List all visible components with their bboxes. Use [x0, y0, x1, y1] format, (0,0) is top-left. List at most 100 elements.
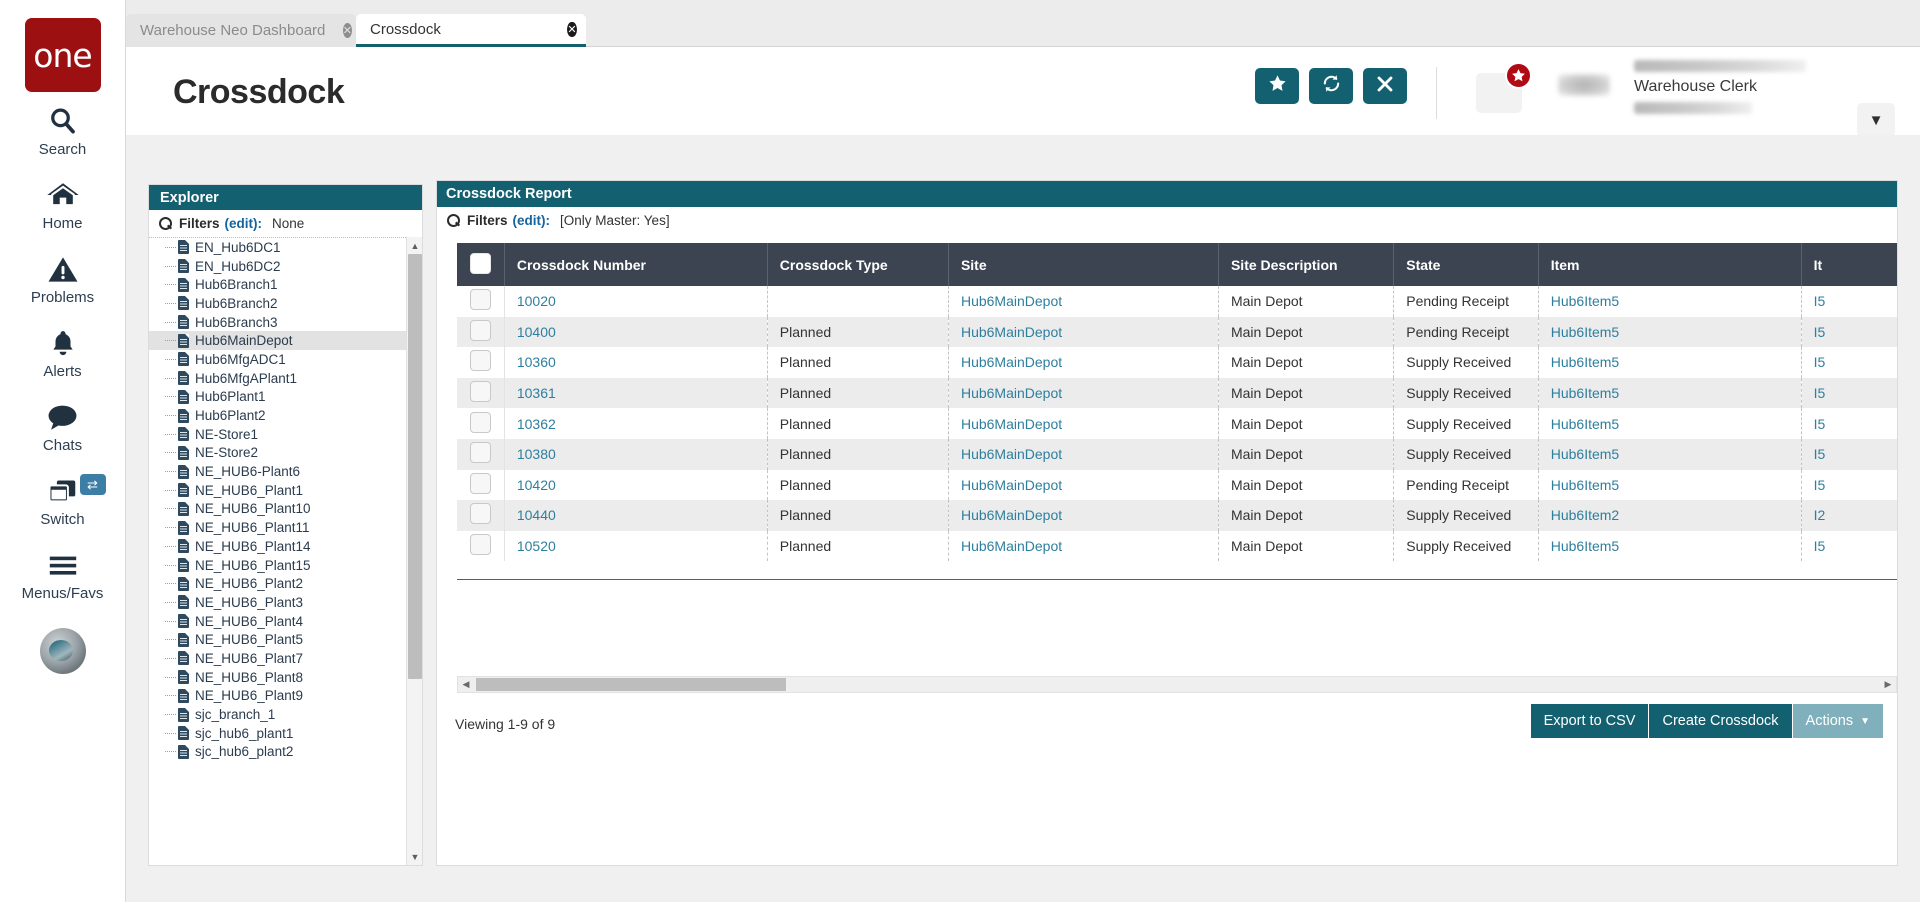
explorer-tree-node[interactable]: sjc_hub6_plant1	[149, 724, 406, 743]
row-select-cell[interactable]	[457, 408, 504, 439]
report-horizontal-scrollbar[interactable]: ◀ ▶	[457, 676, 1897, 693]
cell-item-description[interactable]: I5	[1801, 470, 1897, 501]
cell-value[interactable]: 10520	[517, 538, 556, 554]
close-button[interactable]	[1363, 68, 1407, 104]
explorer-scrollbar-thumb[interactable]	[408, 254, 422, 679]
cell-item[interactable]: Hub6Item5	[1538, 378, 1801, 409]
cell-site[interactable]: Hub6MainDepot	[948, 439, 1218, 470]
export-to-csv-button[interactable]: Export to CSV	[1531, 704, 1650, 738]
row-checkbox[interactable]	[470, 473, 491, 494]
explorer-tree-node[interactable]: NE_HUB6_Plant9	[149, 687, 406, 706]
row-checkbox[interactable]	[470, 534, 491, 555]
cell-item-description[interactable]: I5	[1801, 439, 1897, 470]
cell-site[interactable]: Hub6MainDepot	[948, 286, 1218, 317]
avatar[interactable]	[40, 628, 86, 674]
cell-value[interactable]: 10420	[517, 477, 556, 493]
cell-item-description[interactable]: I5	[1801, 378, 1897, 409]
scroll-up-triangle-up-icon[interactable]: ▲	[407, 237, 423, 254]
cell-value[interactable]: 10020	[517, 293, 556, 309]
cell-value[interactable]: Hub6MainDepot	[961, 538, 1062, 554]
cell-value[interactable]: Hub6Item5	[1551, 324, 1619, 340]
rail-item-home[interactable]: Home	[0, 166, 126, 240]
cell-value[interactable]: Hub6Item5	[1551, 416, 1619, 432]
row-select-cell[interactable]	[457, 500, 504, 531]
explorer-tree-node[interactable]: Hub6MainDepot	[149, 331, 406, 350]
rail-item-menus-favs[interactable]: Menus/Favs	[0, 536, 126, 610]
explorer-tree-node[interactable]: NE-Store1	[149, 425, 406, 444]
cell-item[interactable]: Hub6Item5	[1538, 317, 1801, 348]
explorer-tree-node[interactable]: Hub6MfgADC1	[149, 350, 406, 369]
cell-number[interactable]: 10380	[504, 439, 767, 470]
cell-site[interactable]: Hub6MainDepot	[948, 378, 1218, 409]
explorer-tree-node[interactable]: Hub6Branch3	[149, 313, 406, 332]
cell-value[interactable]: 10380	[517, 446, 556, 462]
cell-item-description[interactable]: I5	[1801, 286, 1897, 317]
cell-value[interactable]: Hub6MainDepot	[961, 507, 1062, 523]
cell-value[interactable]: Hub6Item5	[1551, 477, 1619, 493]
cell-item-description[interactable]: I5	[1801, 347, 1897, 378]
cell-value[interactable]: I5	[1814, 324, 1826, 340]
actions-button[interactable]: Actions ▼	[1793, 704, 1883, 738]
cell-item[interactable]: Hub6Item5	[1538, 439, 1801, 470]
cell-value[interactable]: I5	[1814, 538, 1826, 554]
rail-item-problems[interactable]: Problems	[0, 240, 126, 314]
column-header-site-description[interactable]: Site Description	[1218, 243, 1393, 286]
table-row[interactable]: 10361PlannedHub6MainDepotMain DepotSuppl…	[457, 378, 1897, 409]
user-info-block[interactable]: Warehouse Clerk	[1626, 60, 1856, 114]
cell-site[interactable]: Hub6MainDepot	[948, 317, 1218, 348]
cell-number[interactable]: 10400	[504, 317, 767, 348]
explorer-tree-node[interactable]: sjc_hub6_plant2	[149, 743, 406, 762]
table-row[interactable]: 10520PlannedHub6MainDepotMain DepotSuppl…	[457, 531, 1897, 562]
table-row[interactable]: 10020Hub6MainDepotMain DepotPending Rece…	[457, 286, 1897, 317]
explorer-tree-node[interactable]: Hub6Plant1	[149, 388, 406, 407]
row-select-cell[interactable]	[457, 439, 504, 470]
hscroll-thumb[interactable]	[476, 678, 786, 691]
explorer-tree-node[interactable]: Hub6Plant2	[149, 406, 406, 425]
cell-value[interactable]: Hub6Item2	[1551, 507, 1619, 523]
hscroll-triangle-left-icon[interactable]: ◀	[458, 677, 474, 692]
cell-value[interactable]: Hub6MainDepot	[961, 385, 1062, 401]
explorer-tree-node[interactable]: Hub6Branch2	[149, 294, 406, 313]
explorer-tree-node[interactable]: NE_HUB6_Plant14	[149, 537, 406, 556]
cell-item-description[interactable]: I2	[1801, 500, 1897, 531]
cell-site[interactable]: Hub6MainDepot	[948, 470, 1218, 501]
row-checkbox[interactable]	[470, 320, 491, 341]
table-row[interactable]: 10362PlannedHub6MainDepotMain DepotSuppl…	[457, 408, 1897, 439]
cell-item[interactable]: Hub6Item5	[1538, 408, 1801, 439]
refresh-button[interactable]	[1309, 68, 1353, 104]
cell-value[interactable]: Hub6Item5	[1551, 538, 1619, 554]
cell-item[interactable]: Hub6Item5	[1538, 531, 1801, 562]
column-header-item[interactable]: Item	[1538, 243, 1801, 286]
cell-item[interactable]: Hub6Item2	[1538, 500, 1801, 531]
explorer-tree-node[interactable]: NE_HUB6_Plant11	[149, 518, 406, 537]
cell-number[interactable]: 10361	[504, 378, 767, 409]
row-checkbox[interactable]	[470, 289, 491, 310]
cell-item[interactable]: Hub6Item5	[1538, 347, 1801, 378]
table-row[interactable]: 10380PlannedHub6MainDepotMain DepotSuppl…	[457, 439, 1897, 470]
row-select-cell[interactable]	[457, 378, 504, 409]
cell-site[interactable]: Hub6MainDepot	[948, 531, 1218, 562]
row-select-cell[interactable]	[457, 347, 504, 378]
cell-value[interactable]: Hub6MainDepot	[961, 446, 1062, 462]
create-crossdock-button[interactable]: Create Crossdock	[1649, 704, 1792, 738]
swap-arrows-icon[interactable]: ⇄	[80, 474, 106, 495]
cell-value[interactable]: I5	[1814, 293, 1826, 309]
explorer-tree-node[interactable]: NE_HUB6-Plant6	[149, 462, 406, 481]
cell-value[interactable]: Hub6MainDepot	[961, 354, 1062, 370]
scroll-down-triangle-down-icon[interactable]: ▼	[407, 848, 423, 865]
cell-value[interactable]: I5	[1814, 446, 1826, 462]
cell-site[interactable]: Hub6MainDepot	[948, 500, 1218, 531]
favorite-button[interactable]	[1255, 68, 1299, 104]
cell-number[interactable]: 10360	[504, 347, 767, 378]
explorer-tree-node[interactable]: NE_HUB6_Plant5	[149, 630, 406, 649]
cell-value[interactable]: Hub6Item5	[1551, 293, 1619, 309]
explorer-tree-node[interactable]: NE_HUB6_Plant7	[149, 649, 406, 668]
cell-site[interactable]: Hub6MainDepot	[948, 408, 1218, 439]
cell-value[interactable]: 10400	[517, 324, 556, 340]
cell-value[interactable]: I5	[1814, 477, 1826, 493]
user-menu-chevron-down-icon[interactable]: ▼	[1857, 103, 1895, 137]
cell-value[interactable]: Hub6Item5	[1551, 354, 1619, 370]
tab-close-icon[interactable]: ✕	[325, 22, 347, 39]
cell-site[interactable]: Hub6MainDepot	[948, 347, 1218, 378]
cell-item-description[interactable]: I5	[1801, 317, 1897, 348]
